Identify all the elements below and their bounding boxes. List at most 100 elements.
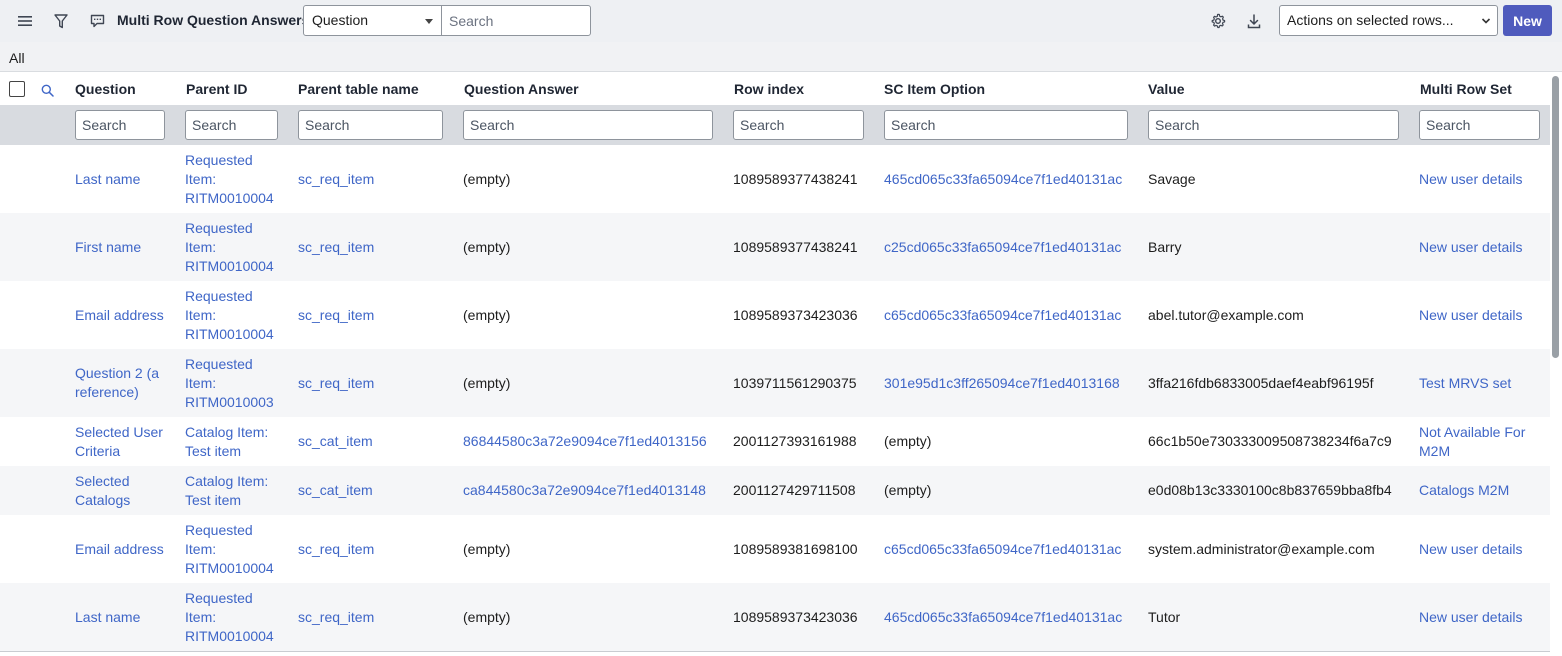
gear-icon[interactable] — [1207, 10, 1229, 32]
column-header-row-index[interactable]: Row index — [734, 81, 804, 97]
question-link[interactable]: Question 2 (a reference) — [75, 364, 175, 402]
chevron-down-icon — [1481, 14, 1491, 30]
row-index-value: 1089589381698100 — [733, 541, 858, 557]
parent-table-link[interactable]: sc_cat_item — [298, 432, 373, 451]
question-answer-link[interactable]: ca844580c3a72e9094ce7f1ed4013148 — [463, 481, 706, 500]
table-bottom-border — [0, 651, 1550, 652]
question-link[interactable]: Selected Catalogs — [75, 472, 175, 510]
table-row: Last name Requested Item: RITM0010004 sc_r… — [0, 145, 1550, 213]
parent-table-link[interactable]: sc_req_item — [298, 608, 374, 627]
question-answer-link[interactable]: 86844580c3a72e9094ce7f1ed4013156 — [463, 432, 707, 451]
column-header-value[interactable]: Value — [1148, 81, 1185, 97]
question-link[interactable]: First name — [75, 238, 175, 257]
parent-table-link[interactable]: sc_req_item — [298, 374, 374, 393]
multi-row-set-link[interactable]: New user details — [1419, 540, 1523, 559]
parent-table-link[interactable]: sc_req_item — [298, 170, 374, 189]
parent-id-link[interactable]: Catalog Item: Test item — [185, 472, 285, 510]
row-index-value: 1089589373423036 — [733, 307, 858, 323]
parent-id-link[interactable]: Requested Item: RITM0010004 — [185, 589, 285, 646]
new-button[interactable]: New — [1503, 5, 1552, 36]
sc-item-option-link[interactable]: c65cd065c33fa65094ce7f1ed40131ac — [884, 540, 1121, 559]
multi-row-set-link[interactable]: New user details — [1419, 170, 1523, 189]
search-field-select-value: Question — [312, 12, 369, 28]
value-text: 3ffa216fdb6833005daef4eabf96195f — [1148, 375, 1374, 391]
parent-id-search-input[interactable] — [185, 110, 278, 140]
row-index-search-input[interactable] — [733, 110, 864, 140]
sc-item-option-link[interactable]: 465cd065c33fa65094ce7f1ed40131ac — [884, 170, 1122, 189]
row-index-value: 2001127429711508 — [733, 482, 856, 498]
sc-item-option-link[interactable]: c25cd065c33fa65094ce7f1ed40131ac — [884, 238, 1121, 257]
question-answer-search-input[interactable] — [463, 110, 713, 140]
question-answer-value: (empty) — [463, 375, 511, 391]
multi-row-set-link[interactable]: Catalogs M2M — [1419, 481, 1509, 500]
parent-id-link[interactable]: Catalog Item: Test item — [185, 423, 285, 461]
hamburger-menu-icon[interactable] — [14, 10, 36, 32]
filter-icon[interactable] — [50, 10, 72, 32]
parent-id-link[interactable]: Requested Item: RITM0010004 — [185, 521, 285, 578]
parent-id-link[interactable]: Requested Item: RITM0010004 — [185, 219, 285, 276]
question-answer-value: (empty) — [463, 239, 511, 255]
column-header-question[interactable]: Question — [75, 81, 136, 97]
parent-table-link[interactable]: sc_req_item — [298, 540, 374, 559]
list-search-input[interactable] — [441, 5, 591, 36]
multi-row-set-link[interactable]: New user details — [1419, 306, 1523, 325]
table-row: Last name Requested Item: RITM0010004 sc_r… — [0, 583, 1550, 651]
multi-row-set-search-input[interactable] — [1419, 110, 1540, 140]
sc-item-option-link[interactable]: c65cd065c33fa65094ce7f1ed40131ac — [884, 306, 1121, 325]
scrollbar-thumb[interactable] — [1552, 76, 1559, 358]
column-header-parent-id[interactable]: Parent ID — [186, 81, 247, 97]
column-header-sc-item-option[interactable]: SC Item Option — [884, 81, 985, 97]
parent-id-link[interactable]: Requested Item: RITM0010003 — [185, 355, 285, 412]
question-link[interactable]: Email address — [75, 540, 175, 559]
search-icon[interactable] — [36, 79, 58, 101]
list-title: Multi Row Question Answers — [117, 12, 310, 28]
parent-id-link[interactable]: Requested Item: RITM0010004 — [185, 287, 285, 344]
question-answer-value: (empty) — [463, 307, 511, 323]
question-answer-value: (empty) — [463, 171, 511, 187]
question-answer-value: (empty) — [463, 609, 511, 625]
row-index-value: 1089589377438241 — [733, 171, 858, 187]
table-row: Email address Requested Item: RITM0010004 … — [0, 281, 1550, 349]
parent-table-link[interactable]: sc_req_item — [298, 306, 374, 325]
download-icon[interactable] — [1243, 10, 1265, 32]
question-link[interactable]: Email address — [75, 306, 175, 325]
breadcrumb-bar: All — [0, 42, 1562, 72]
table-row: First name Requested Item: RITM0010004 sc_… — [0, 213, 1550, 281]
parent-table-search-input[interactable] — [298, 110, 443, 140]
table-row: Question 2 (a reference) Requested Item: R… — [0, 349, 1550, 417]
question-link[interactable]: Last name — [75, 608, 175, 627]
multi-row-set-link[interactable]: Test MRVS set — [1419, 374, 1511, 393]
table-row: Email address Requested Item: RITM0010004 … — [0, 515, 1550, 583]
question-search-input[interactable] — [75, 110, 165, 140]
question-link[interactable]: Selected User Criteria — [75, 423, 175, 461]
select-all-checkbox[interactable] — [9, 81, 25, 97]
multi-row-set-link[interactable]: Not Available For M2M — [1419, 423, 1525, 461]
search-field-select[interactable]: Question — [303, 5, 442, 36]
multi-row-set-link[interactable]: New user details — [1419, 608, 1523, 627]
sc-item-option-link[interactable]: 301e95d1c3ff265094ce7f1ed4013168 — [884, 374, 1120, 393]
parent-table-link[interactable]: sc_req_item — [298, 238, 374, 257]
parent-id-link[interactable]: Requested Item: RITM0010004 — [185, 151, 285, 208]
parent-table-link[interactable]: sc_cat_item — [298, 481, 373, 500]
question-answer-value: (empty) — [463, 541, 511, 557]
value-search-input[interactable] — [1148, 110, 1399, 140]
sc-item-option-value: (empty) — [884, 482, 932, 498]
column-header-multi-row-set[interactable]: Multi Row Set — [1420, 81, 1512, 97]
row-index-value: 1089589377438241 — [733, 239, 858, 255]
value-text: Savage — [1148, 171, 1196, 187]
column-header-parent-table-name[interactable]: Parent table name — [298, 81, 419, 97]
list-toolbar: Multi Row Question Answers Question Acti… — [0, 0, 1562, 42]
table-row: Selected User Criteria Catalog Item: Test… — [0, 417, 1550, 466]
value-text: Barry — [1148, 239, 1182, 255]
column-search-row — [0, 105, 1550, 145]
chat-icon[interactable] — [86, 10, 108, 32]
sc-item-option-link[interactable]: 465cd065c33fa65094ce7f1ed40131ac — [884, 608, 1122, 627]
table-header-row: Question Parent ID Parent table name Que… — [0, 73, 1550, 105]
actions-select-value: Actions on selected rows... — [1287, 12, 1454, 28]
question-link[interactable]: Last name — [75, 170, 175, 189]
multi-row-set-link[interactable]: New user details — [1419, 238, 1523, 257]
actions-on-selected-rows-select[interactable]: Actions on selected rows... — [1279, 5, 1498, 36]
sc-item-option-search-input[interactable] — [884, 110, 1128, 140]
breadcrumb-all[interactable]: All — [9, 50, 25, 66]
column-header-question-answer[interactable]: Question Answer — [464, 81, 579, 97]
